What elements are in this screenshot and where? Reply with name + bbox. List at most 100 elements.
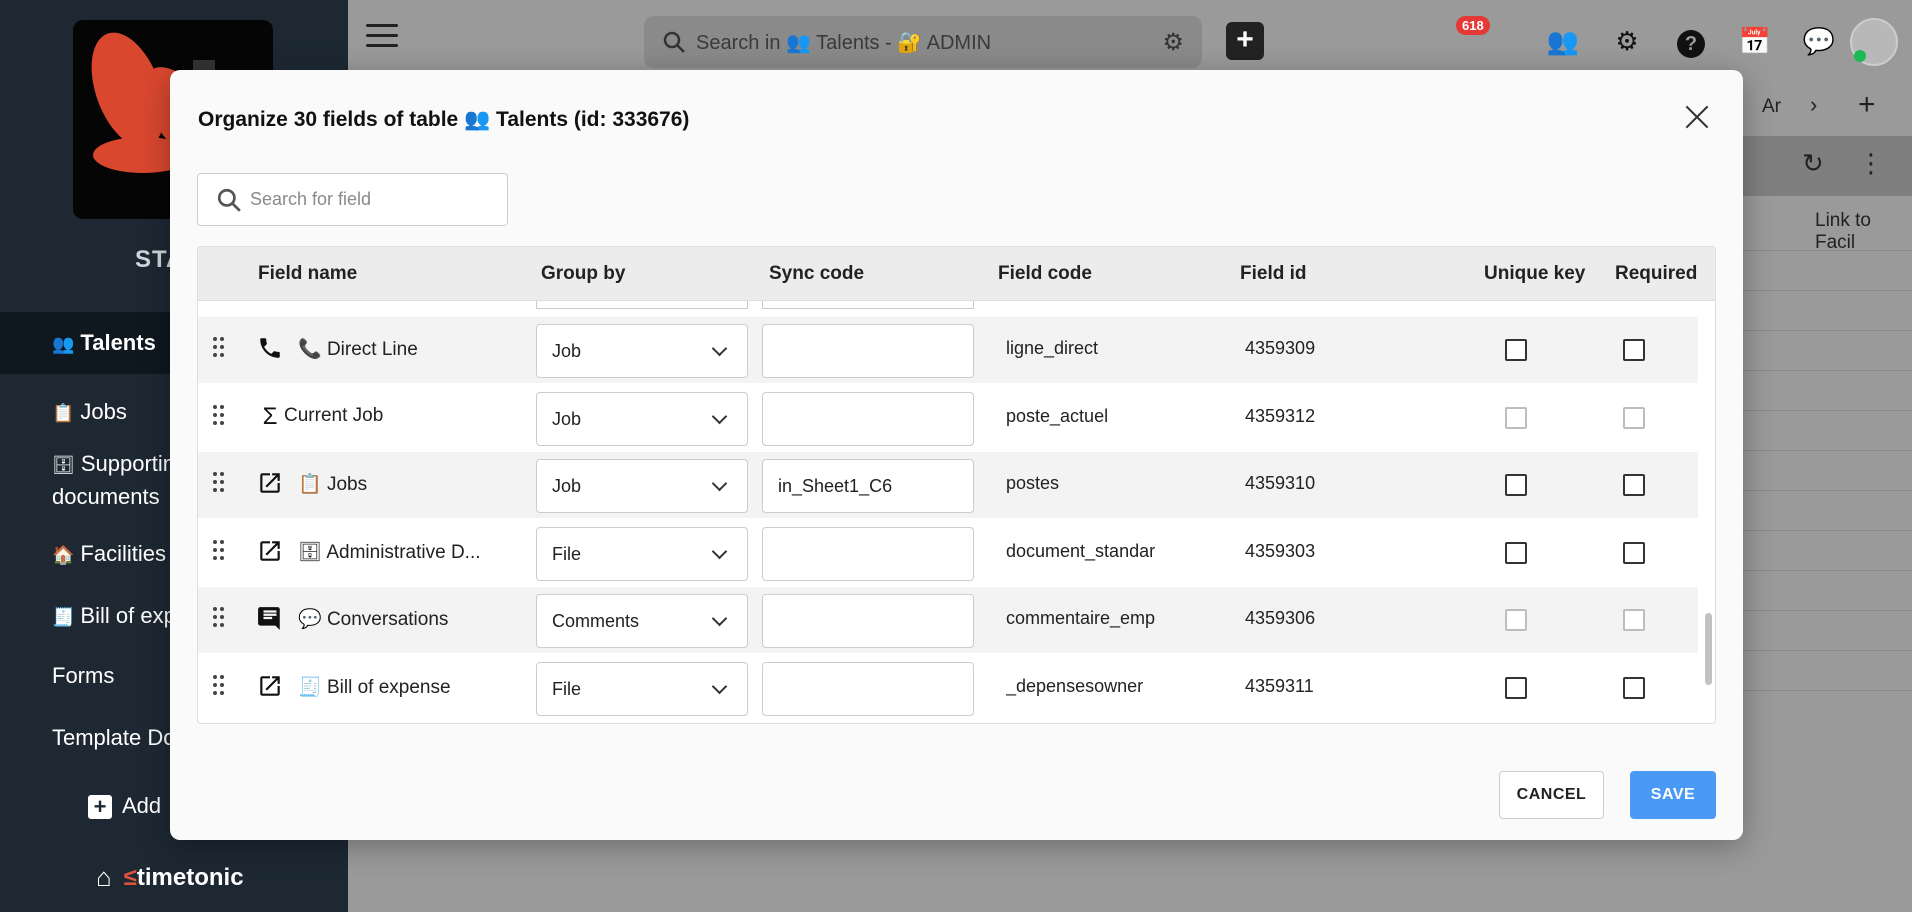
divider: [1740, 530, 1912, 531]
divider: [1740, 250, 1912, 251]
drag-handle-icon[interactable]: [213, 675, 225, 697]
field-name: 📋 Jobs: [298, 474, 368, 495]
sync-code-input[interactable]: in_Sheet1_C6: [762, 459, 974, 513]
divider: [1740, 370, 1912, 371]
sync-code-input[interactable]: [762, 324, 974, 378]
fields-table: Field name Group by Sync code Field code…: [197, 246, 1716, 724]
field-id: 4359306: [1245, 608, 1316, 628]
column-header-required[interactable]: Required: [1615, 263, 1697, 285]
column-header-sync-code[interactable]: Sync code: [769, 263, 864, 285]
group-by-select[interactable]: File: [536, 662, 748, 716]
field-name: 🗄 Administrative D...: [298, 542, 481, 563]
phone-icon: [256, 335, 284, 363]
plus-icon: +: [1858, 88, 1876, 121]
field-id: 4359309: [1245, 338, 1316, 358]
column-header-field-name[interactable]: Field name: [258, 263, 357, 285]
drag-handle-icon[interactable]: [213, 405, 225, 427]
background-column-header: Link to Facil: [1815, 210, 1871, 253]
scrollbar[interactable]: [1705, 613, 1712, 685]
divider: [1740, 690, 1912, 691]
sigma-icon: Σ: [262, 403, 278, 430]
link-icon: [256, 470, 284, 498]
footer-logo[interactable]: ⌂ ≤timetonic: [96, 862, 244, 893]
table-row: 📞 Direct Line Job ligne_direct 4359309: [198, 317, 1698, 383]
field-name: 📞 Direct Line: [298, 339, 418, 360]
table-row: 🧾 Bill of expense File _depensesowner 43…: [198, 655, 1698, 721]
field-code: _depensesowner: [1006, 676, 1144, 696]
divider: [1740, 650, 1912, 651]
link-icon: [256, 673, 284, 701]
drag-handle-icon[interactable]: [213, 337, 225, 359]
organize-fields-dialog: Organize 30 fields of table 👥 Talents (i…: [170, 70, 1743, 840]
field-code: postes: [1006, 473, 1060, 493]
field-code: ligne_direct: [1006, 338, 1099, 358]
drag-handle-icon[interactable]: [213, 472, 225, 494]
refresh-icon: ↻: [1802, 148, 1824, 178]
required-checkbox[interactable]: [1623, 339, 1645, 361]
save-button[interactable]: SAVE: [1630, 771, 1716, 819]
drag-handle-icon[interactable]: [213, 607, 225, 629]
unique-key-checkbox[interactable]: [1505, 339, 1527, 361]
column-header-unique-key[interactable]: Unique key: [1484, 263, 1585, 285]
comment-icon: [256, 605, 284, 633]
column-header-field-id[interactable]: Field id: [1240, 263, 1307, 285]
people-icon: 👥: [52, 334, 75, 354]
sync-code-input[interactable]: [762, 392, 974, 446]
global-search-input[interactable]: Search in 👥 Talents - 🔐 ADMIN ⚙: [644, 16, 1202, 68]
required-checkbox: [1623, 407, 1645, 429]
users-icon[interactable]: 👥: [1546, 24, 1580, 58]
unique-key-checkbox[interactable]: [1505, 542, 1527, 564]
menu-icon[interactable]: [366, 24, 398, 48]
group-by-select[interactable]: Job: [536, 392, 748, 446]
required-checkbox[interactable]: [1623, 474, 1645, 496]
group-by-select[interactable]: Job: [536, 459, 748, 513]
cabinet-icon: 🗄: [52, 455, 75, 475]
table-row: Σ Current Job Job poste_actuel 4359312: [198, 385, 1698, 451]
help-icon[interactable]: ?: [1674, 24, 1708, 58]
field-id: 4359303: [1245, 541, 1316, 561]
add-button[interactable]: +: [1226, 22, 1264, 60]
field-id: 4359312: [1245, 406, 1316, 426]
gear-icon[interactable]: ⚙: [1162, 28, 1184, 57]
field-code: document_standar: [1006, 541, 1156, 561]
sync-code-input[interactable]: [762, 594, 974, 648]
settings-icon[interactable]: ⚙: [1610, 24, 1644, 58]
plus-box-icon: +: [88, 795, 112, 820]
home-icon: ⌂: [96, 862, 112, 892]
field-search-input[interactable]: Search for field: [197, 173, 508, 226]
required-checkbox: [1623, 609, 1645, 631]
chat-icon[interactable]: 💬: [1802, 24, 1836, 58]
link-icon: [256, 538, 284, 566]
search-icon: [217, 188, 241, 212]
unique-key-checkbox: [1505, 609, 1527, 631]
online-status-dot: [1854, 50, 1866, 62]
group-by-select[interactable]: Job: [536, 324, 748, 378]
cancel-button[interactable]: CANCEL: [1499, 771, 1604, 819]
field-code: commentaire_emp: [1006, 608, 1156, 628]
table-row: 💬 Conversations Comments commentaire_emp…: [198, 587, 1698, 653]
column-header-group-by[interactable]: Group by: [541, 263, 625, 285]
required-checkbox[interactable]: [1623, 677, 1645, 699]
receipt-icon: 🧾: [52, 607, 75, 627]
timetonic-logo: ≤timetonic: [123, 863, 244, 891]
drag-handle-icon[interactable]: [213, 540, 225, 562]
group-by-select[interactable]: Comments: [536, 594, 748, 648]
field-code: poste_actuel: [1006, 406, 1109, 426]
required-checkbox[interactable]: [1623, 542, 1645, 564]
group-by-select[interactable]: File: [536, 527, 748, 581]
divider: [1740, 570, 1912, 571]
unique-key-checkbox[interactable]: [1505, 474, 1527, 496]
chevron-down-icon: [711, 678, 728, 695]
dialog-title: Organize 30 fields of table 👥 Talents (i…: [198, 108, 690, 131]
sync-code-input[interactable]: [762, 662, 974, 716]
table-header: Field name Group by Sync code Field code…: [198, 247, 1715, 301]
field-id: 4359311: [1245, 676, 1314, 696]
unique-key-checkbox[interactable]: [1505, 677, 1527, 699]
column-header-field-code[interactable]: Field code: [998, 263, 1092, 285]
calendar-icon[interactable]: 📅: [1738, 24, 1772, 58]
sync-code-input[interactable]: [762, 527, 974, 581]
close-icon[interactable]: [1680, 100, 1714, 134]
divider: [1740, 330, 1912, 331]
avatar[interactable]: [1850, 18, 1898, 66]
table-row: 🗄 Administrative D... File document_stan…: [198, 520, 1698, 586]
